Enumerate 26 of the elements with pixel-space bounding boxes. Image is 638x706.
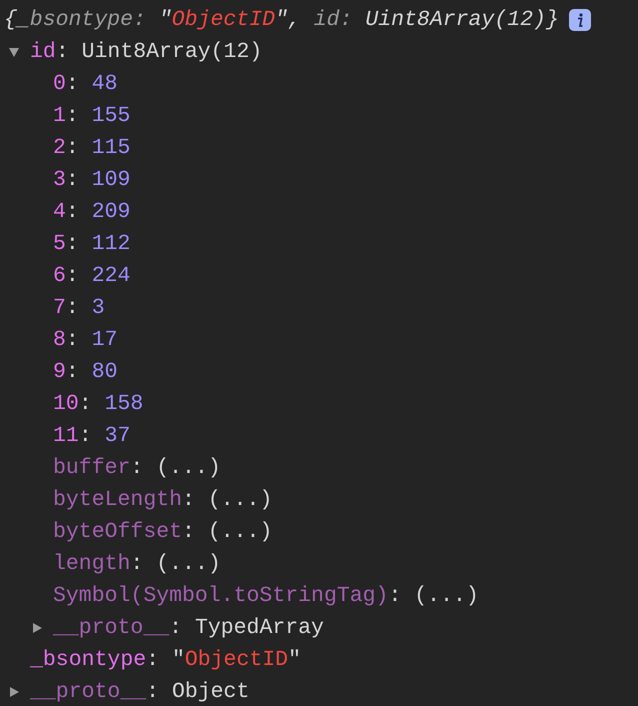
expanded-triangle-icon[interactable]	[8, 46, 20, 58]
property-entry: 9: 80	[53, 358, 118, 386]
property-entry: byteOffset: (...)	[53, 518, 272, 546]
object-summary: {_bsontype: "ObjectID", id: Uint8Array(12)}	[4, 6, 559, 34]
property-entry: 10: 158	[53, 390, 144, 418]
property-entry: Symbol(Symbol.toStringTag): (...)	[53, 582, 479, 610]
property-entry: 11: 37	[53, 422, 130, 450]
property-entry: _bsontype: "ObjectID"	[30, 646, 301, 674]
info-icon[interactable]	[568, 9, 591, 31]
property-entry: buffer: (...)	[53, 454, 221, 482]
property-entry: 7: 3	[53, 294, 105, 322]
property-entry: 3: 109	[53, 166, 130, 194]
property-entry: __proto__: Object	[30, 678, 250, 706]
property-entry: 1: 155	[53, 102, 130, 130]
property-entry: 8: 17	[53, 326, 118, 354]
collapsed-triangle-icon[interactable]	[31, 622, 43, 634]
property-entry: id: Uint8Array(12)	[30, 38, 262, 66]
property-entry: 5: 112	[53, 230, 130, 258]
collapsed-triangle-icon[interactable]	[8, 686, 20, 698]
property-entry: 0: 48	[53, 70, 118, 98]
property-entry: byteLength: (...)	[53, 486, 272, 514]
property-entry: 6: 224	[53, 262, 130, 290]
property-entry: length: (...)	[53, 550, 221, 578]
property-entry: 4: 209	[53, 198, 130, 226]
property-entry: __proto__: TypedArray	[53, 614, 324, 642]
property-entry: 2: 115	[53, 134, 130, 162]
